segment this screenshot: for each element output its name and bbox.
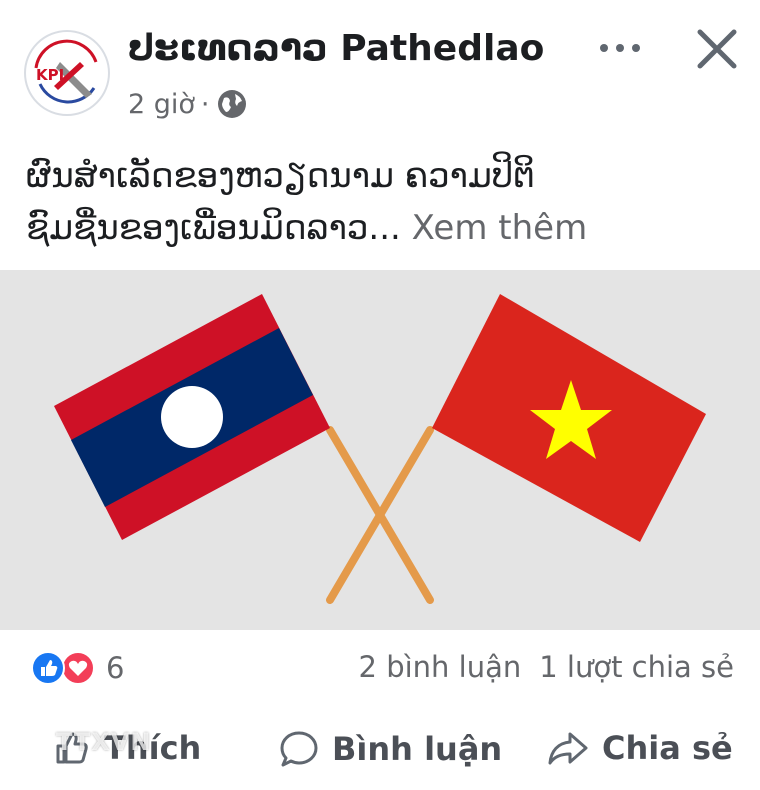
close-icon [697, 29, 737, 69]
kpl-logo: KPL [28, 34, 106, 112]
engagement-counts: 2 bình luận 1 lượt chia sẻ [359, 650, 734, 684]
comment-bubble-icon [280, 731, 318, 767]
post-meta: 2 giờ · [128, 88, 248, 120]
see-more-link[interactable]: Xem thêm [412, 208, 588, 248]
post-stats: 6 2 bình luận 1 lượt chia sẻ [0, 640, 760, 696]
reaction-count: 6 [106, 651, 125, 685]
page-name[interactable]: ປະເທດລາວ Pathedlao [128, 28, 544, 69]
close-button[interactable] [690, 22, 744, 76]
comment-label: Bình luận [332, 730, 503, 768]
post-text-line1: ຜົນສໍາເລັດຂອງຫວຽດນາມ ຄວາມປິຕິ [26, 156, 535, 196]
reactions-summary[interactable]: 6 [30, 650, 124, 686]
globe-icon [217, 90, 246, 118]
share-label: Chia sẻ [602, 729, 733, 767]
post-image[interactable] [0, 270, 760, 630]
comment-button[interactable]: Bình luận [278, 728, 502, 770]
more-dots-icon [600, 44, 640, 52]
post-header: KPL ປະເທດລາວ Pathedlao 2 giờ · [0, 0, 760, 140]
meta-separator: · [200, 88, 210, 120]
laos-flag [54, 294, 330, 540]
post-text-line2: ຊົມຊື່ນຂອງເພື່ອນມິດລາວ... Xem thêm [26, 202, 746, 254]
avatar-text: KPL [36, 66, 69, 84]
action-bar: Thích Bình luận Chia sẻ TTXVN [0, 710, 760, 790]
more-options-button[interactable] [592, 26, 648, 70]
post-time[interactable]: 2 giờ [128, 89, 195, 120]
share-button[interactable]: Chia sẻ [546, 728, 733, 768]
avatar[interactable]: KPL [24, 30, 110, 116]
crossed-flags-image [54, 294, 706, 604]
reaction-icons [31, 651, 95, 685]
share-arrow-icon [548, 732, 588, 765]
post-text: ຜົນສໍາເລັດຂອງຫວຽດນາມ ຄວາມປິຕິ ຊົມຊື່ນຂອງ… [26, 150, 746, 254]
post-text-line2-prefix: ຊົມຊື່ນຂອງເພື່ອນມິດລາວ... [26, 208, 401, 248]
share-count[interactable]: 1 lượt chia sẻ [539, 650, 734, 684]
vietnam-flag [432, 294, 706, 542]
comment-count[interactable]: 2 bình luận [359, 650, 522, 684]
ttxvn-watermark: TTXVN [56, 728, 152, 756]
